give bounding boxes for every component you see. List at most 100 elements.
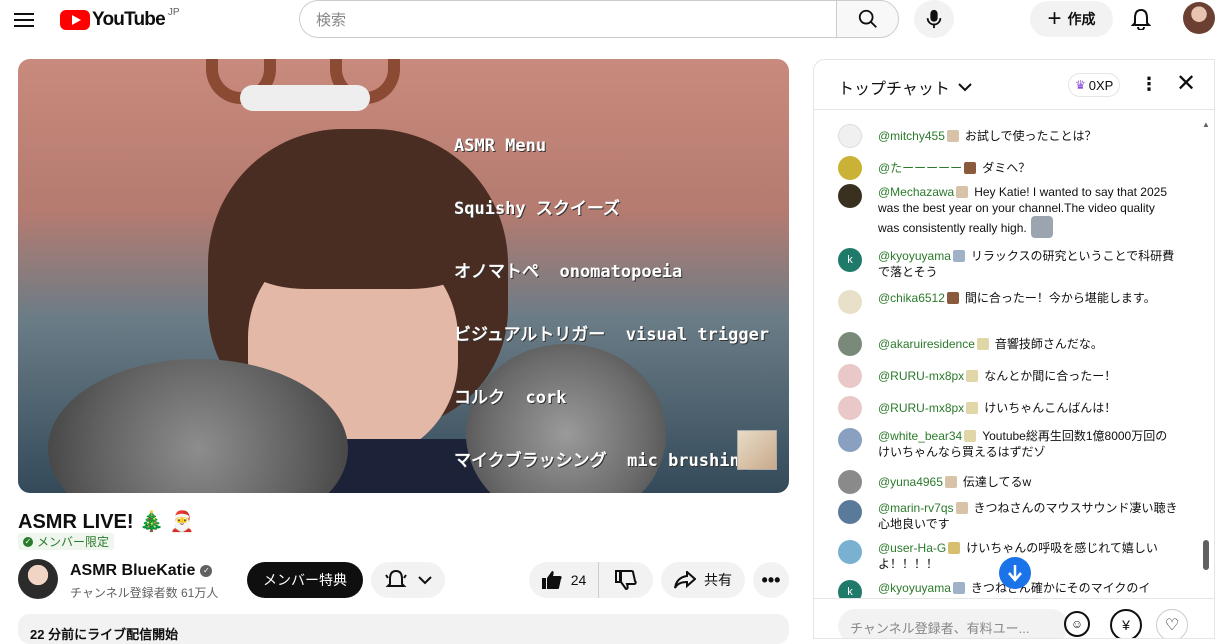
emoji-picker-icon[interactable]: ☺: [1064, 611, 1090, 637]
chat-text: なんとか間に合ったー！: [984, 369, 1117, 383]
chat-text: けいちゃんこんばんは！: [984, 401, 1117, 415]
chat-author[interactable]: @marin-rv7qs: [878, 501, 954, 515]
notifications-button[interactable]: [1126, 4, 1156, 34]
close-chat-icon[interactable]: ✕: [1176, 69, 1196, 98]
chat-message: @chika6512 間に合ったー！今から堪能します。: [838, 290, 1178, 314]
chat-message: @akaruiresidence 音響技師さんだな。: [838, 332, 1178, 356]
xp-badge[interactable]: ♛ 0XP: [1068, 73, 1121, 97]
chat-mode-label: トップチャット: [838, 81, 950, 98]
chat-author-avatar[interactable]: [838, 290, 862, 314]
jump-to-bottom-button[interactable]: [999, 557, 1031, 589]
chat-scrollbar[interactable]: ▲: [1202, 120, 1210, 600]
member-badge-icon: [964, 430, 977, 442]
chat-author[interactable]: @chika6512: [878, 291, 945, 305]
chat-text: お試しで使ったことは？: [964, 129, 1097, 143]
overlay-line: ビジュアルトリガー visual trigger: [454, 325, 770, 345]
channel-name[interactable]: ASMR BlueKatie ✓: [70, 562, 213, 580]
chat-author[interactable]: @mitchy455: [878, 129, 945, 143]
chat-author[interactable]: @user-Ha-G: [878, 541, 946, 555]
chat-author-avatar[interactable]: [838, 428, 862, 452]
chat-author-avatar[interactable]: [838, 156, 862, 180]
members-only-badge: ✓ メンバー限定: [18, 533, 115, 550]
member-badge-icon: [952, 250, 965, 262]
share-icon: [674, 571, 696, 589]
members-icon: ✓: [23, 536, 33, 547]
chat-message: @marin-rv7qs きつねさんのマウスサウンド凄い聴き心地良いです: [838, 500, 1178, 532]
chat-author-avatar[interactable]: [838, 364, 862, 388]
youtube-play-icon: [60, 10, 90, 30]
scrollbar-thumb[interactable]: [1203, 540, 1209, 570]
video-player[interactable]: ASMR Menu Squishy スクイーズ オノマトペ onomatopoe…: [18, 59, 789, 493]
chat-author-avatar[interactable]: [838, 332, 862, 356]
channel-avatar[interactable]: [18, 559, 58, 599]
join-button[interactable]: メンバー特典: [247, 562, 363, 598]
chat-author-avatar[interactable]: [838, 124, 862, 148]
voice-search-button[interactable]: [914, 0, 954, 38]
video-frame-fringe: [228, 139, 488, 289]
chat-message-list[interactable]: @mitchy455 お試しで使ったことは？ @たーーーーー ダミヘ？ @Mecha…: [814, 110, 1214, 598]
live-chat-panel: トップチャット ♛ 0XP ⋮ ✕ @mitchy455 お試しで使ったことは？ …: [813, 59, 1215, 639]
chat-author[interactable]: @kyoyuyama: [878, 581, 951, 595]
xp-value: 0XP: [1088, 77, 1114, 93]
chevron-down-icon: [418, 576, 432, 585]
dislike-button[interactable]: [599, 562, 653, 598]
chat-message: @RURU-mx8px なんとか間に合ったー！: [838, 364, 1178, 388]
heart-icon[interactable]: ♡: [1156, 609, 1188, 638]
bell-icon: [1131, 8, 1151, 30]
search-input[interactable]: 検索: [299, 0, 836, 38]
member-badge-icon: [966, 370, 979, 382]
member-badge-icon: [946, 130, 959, 142]
share-label: 共有: [704, 572, 732, 588]
chat-author[interactable]: @たーーーーー: [878, 161, 962, 175]
menu-icon[interactable]: [12, 9, 36, 31]
member-badge-icon: [976, 338, 989, 350]
chat-message: @mitchy455 お試しで使ったことは？: [838, 124, 1178, 148]
chat-author[interactable]: @Mechazawa: [878, 185, 954, 199]
description-box[interactable]: 22 分前にライブ配信開始: [18, 614, 789, 644]
chat-text: きつねさん確かにそのマイクのイ: [970, 581, 1151, 595]
chat-author-avatar[interactable]: [838, 500, 862, 524]
youtube-logo[interactable]: YouTube JP: [60, 7, 180, 31]
chat-more-options-icon[interactable]: ⋮: [1140, 74, 1158, 95]
member-badge-icon: [966, 402, 979, 414]
like-count: 24: [570, 572, 587, 588]
create-button[interactable]: + 作成: [1030, 1, 1113, 37]
chat-author-avatar[interactable]: [838, 470, 862, 494]
chat-mode-selector[interactable]: トップチャット: [838, 75, 972, 99]
search-button[interactable]: [836, 0, 899, 38]
video-title: ASMR LIVE! 🎄 🎅: [18, 511, 195, 533]
chat-message: @yuna4965 伝達してるw: [838, 470, 1178, 494]
chat-author-avatar[interactable]: [838, 184, 862, 208]
chat-text: 音響技師さんだな。: [994, 337, 1103, 351]
chevron-down-icon: [958, 83, 972, 92]
chat-author[interactable]: @kyoyuyama: [878, 249, 951, 263]
scroll-up-icon[interactable]: ▲: [1202, 120, 1210, 129]
chat-author-avatar[interactable]: k: [838, 580, 862, 598]
chat-author[interactable]: @RURU-mx8px: [878, 401, 964, 415]
notification-settings-button[interactable]: [371, 562, 445, 598]
chat-author[interactable]: @white_bear34: [878, 429, 962, 443]
like-button[interactable]: 24: [529, 562, 599, 598]
chat-author[interactable]: @yuna4965: [878, 475, 943, 489]
thumbs-up-icon: [541, 571, 562, 589]
chat-author[interactable]: @akaruiresidence: [878, 337, 975, 351]
subscriber-count: チャンネル登録者数 61万人: [70, 586, 219, 600]
chat-author[interactable]: @RURU-mx8px: [878, 369, 964, 383]
member-badge-icon: [946, 292, 959, 304]
account-avatar[interactable]: [1183, 2, 1215, 34]
channel-watermark[interactable]: [737, 430, 777, 470]
super-chat-icon[interactable]: ¥: [1110, 609, 1142, 638]
chat-message: @Mechazawa Hey Katie! I wanted to say tha…: [838, 184, 1178, 238]
chat-author-avatar[interactable]: [838, 396, 862, 420]
member-badge-icon: [964, 162, 977, 174]
arrow-down-icon: [1008, 565, 1022, 582]
chat-author-avatar[interactable]: [838, 540, 862, 564]
share-button[interactable]: 共有: [661, 562, 745, 598]
headband: [240, 85, 370, 111]
more-actions-button[interactable]: •••: [753, 562, 789, 598]
chat-author-avatar[interactable]: k: [838, 248, 862, 272]
chat-header: トップチャット ♛ 0XP ⋮ ✕: [814, 60, 1214, 110]
chat-message: @RURU-mx8px けいちゃんこんばんは！: [838, 396, 1178, 420]
chat-input[interactable]: チャンネル登録者、有料ユー...: [838, 609, 1068, 638]
bell-ringing-icon: [385, 569, 407, 587]
